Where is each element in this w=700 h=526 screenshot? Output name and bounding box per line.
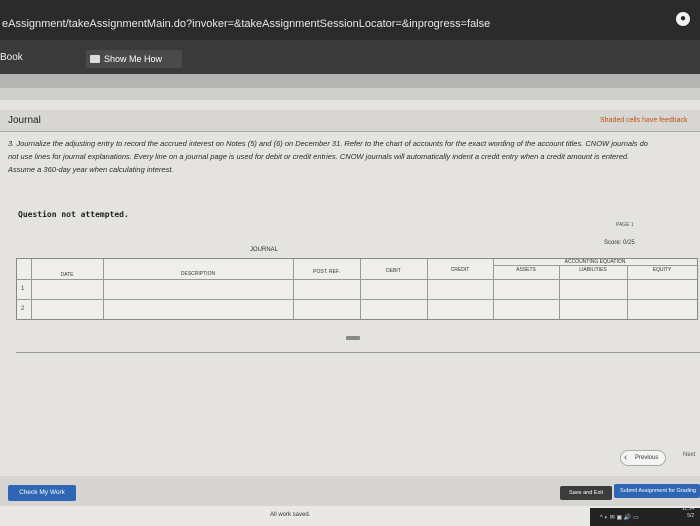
- journal-table: DATE DESCRIPTION POST. REF. DEBIT CREDIT…: [16, 258, 698, 320]
- clock-date: 5/2: [687, 513, 695, 519]
- chevron-left-icon: ‹: [624, 452, 628, 463]
- url-field[interactable]: eAssignment/takeAssignmentMain.do?invoke…: [2, 18, 490, 30]
- save-status: All work saved.: [270, 512, 311, 518]
- column-header-liabilities: LIABILITIES: [579, 267, 607, 273]
- show-me-how-label: Show Me How: [104, 54, 163, 64]
- instruction-line: Assume a 360-day year when calculating i…: [8, 165, 174, 174]
- column-header-credit: CREDIT: [450, 267, 470, 273]
- shaded-cells-note: Shaded cells have feedback: [600, 117, 688, 124]
- row-divider: [17, 299, 697, 300]
- table-resize-handle[interactable]: [346, 336, 360, 340]
- section-divider: [16, 352, 700, 353]
- page-tag: PAGE 1: [616, 222, 634, 228]
- column-header-description: DESCRIPTION: [180, 271, 216, 277]
- column-header-accounting-equation: ACCOUNTING EQUATION: [564, 259, 626, 265]
- show-me-how-button[interactable]: Show Me How: [86, 50, 182, 68]
- save-and-exit-button[interactable]: Save and Exit: [560, 486, 612, 500]
- question-status: Question not attempted.: [18, 210, 129, 219]
- row-divider: [493, 265, 697, 266]
- journal-table-title: JOURNAL: [250, 247, 279, 253]
- column-divider: [31, 259, 32, 319]
- system-clock: 11:14 5/2: [682, 506, 694, 520]
- question-instructions: 3. Journalize the adjusting entry to rec…: [8, 137, 698, 176]
- video-icon: [90, 55, 100, 63]
- column-divider: [293, 259, 294, 319]
- book-link[interactable]: Book: [0, 52, 23, 63]
- instruction-line: 3. Journalize the adjusting entry to rec…: [8, 139, 648, 148]
- instruction-line: not use lines for journal explanations. …: [8, 152, 630, 161]
- journal-header: [0, 110, 700, 132]
- column-divider: [559, 265, 560, 319]
- check-my-work-button[interactable]: Check My Work: [8, 485, 76, 501]
- next-button[interactable]: Next: [683, 452, 695, 458]
- journal-title: Journal: [8, 115, 41, 126]
- clock-time: 11:14: [682, 506, 695, 512]
- column-header-post-ref: POST. REF.: [313, 269, 340, 275]
- row-divider: [17, 279, 697, 280]
- column-header-equity: EQUITY: [652, 267, 672, 273]
- previous-label: Previous: [635, 455, 659, 461]
- previous-button[interactable]: ‹ Previous: [620, 450, 666, 466]
- column-header-date: DATE: [60, 272, 74, 278]
- row-number: 1: [21, 286, 25, 292]
- column-header-debit: DEBIT: [386, 268, 401, 274]
- tray-icons[interactable]: ^ ◐ ✉ ▣ 🔊 ▭: [600, 514, 639, 521]
- column-divider: [627, 265, 628, 319]
- score-label: Score: 0/25: [604, 240, 635, 246]
- column-divider: [103, 259, 104, 319]
- column-header-assets: ASSETS: [516, 267, 536, 273]
- row-number: 2: [21, 306, 25, 312]
- submit-assignment-button[interactable]: Submit Assignment for Grading: [614, 484, 700, 498]
- profile-icon[interactable]: ●: [676, 12, 690, 26]
